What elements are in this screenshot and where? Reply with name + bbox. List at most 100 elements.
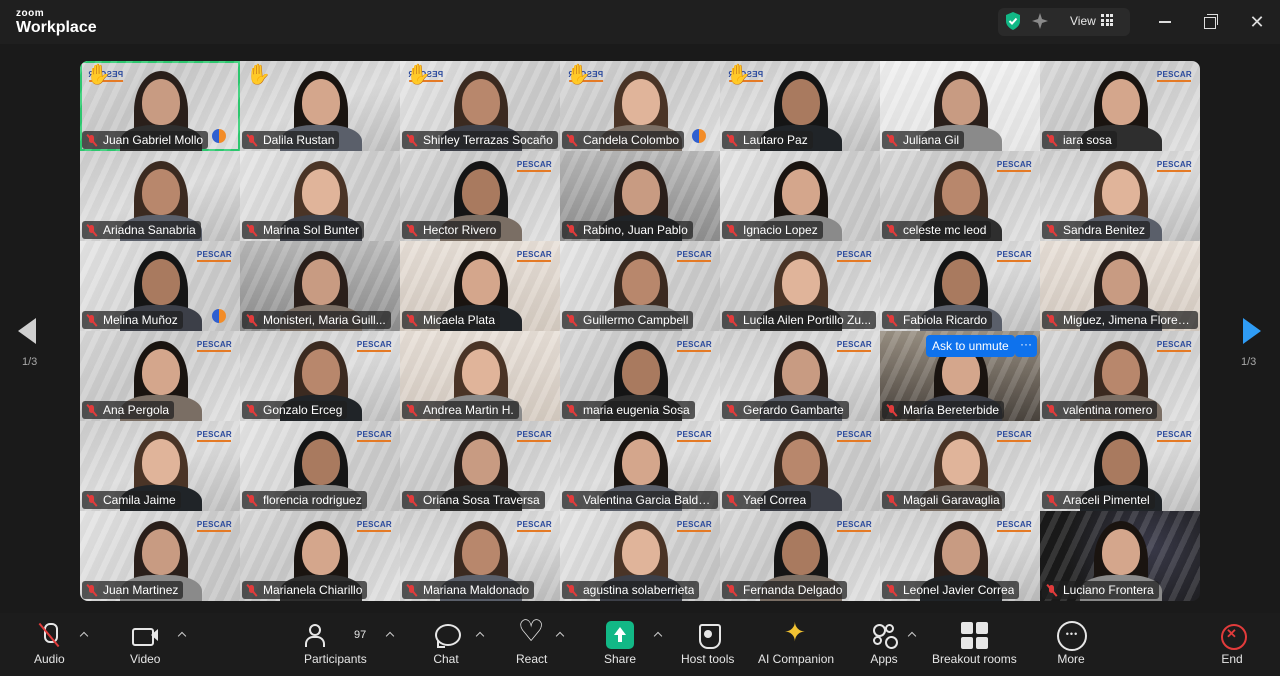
participant-video-face xyxy=(142,439,180,485)
participant-tile[interactable]: ✋ Dalila Rustan xyxy=(240,61,400,151)
muted-mic-icon xyxy=(85,404,98,417)
security-shield-icon[interactable] xyxy=(1004,11,1022,31)
host-tools-button[interactable]: Host tools xyxy=(681,621,734,671)
participant-nameplate: Ana Pergola xyxy=(82,401,175,419)
participant-tile[interactable]: Rabino, Juan Pablo xyxy=(560,151,720,241)
participant-tile[interactable]: PESCAR Camila Jaime xyxy=(80,421,240,511)
view-button[interactable]: View xyxy=(1070,14,1096,28)
tile-more-options-button[interactable]: ··· xyxy=(1015,335,1037,357)
participant-tile[interactable]: Monisteri, Maria Guill... xyxy=(240,241,400,331)
audio-button[interactable]: Audio xyxy=(34,621,65,671)
participant-tile[interactable]: Ignacio Lopez xyxy=(720,151,880,241)
pescar-background-logo: PESCAR xyxy=(1157,340,1192,352)
participant-tile[interactable]: PESCAR Guillermo Campbell xyxy=(560,241,720,331)
participant-tile[interactable]: PESCAR Fernanda Delgado xyxy=(720,511,880,601)
participants-options-caret-icon[interactable] xyxy=(386,631,394,639)
page-indicator-right: 1/3 xyxy=(1241,356,1257,368)
participant-tile[interactable]: PESCAR Magali Garavaglia xyxy=(880,421,1040,511)
participant-tile[interactable]: PESCAR Gonzalo Erceg xyxy=(240,331,400,421)
participant-video-face xyxy=(942,79,980,125)
video-options-caret-icon[interactable] xyxy=(178,631,186,639)
apps-button[interactable]: Apps xyxy=(870,621,898,671)
participant-tile[interactable]: PESCAR iara sosa xyxy=(1040,61,1200,151)
participant-tile[interactable]: Juliana Gil xyxy=(880,61,1040,151)
participant-tile[interactable]: PESCAR ✋ Shirley Terrazas Socaño xyxy=(400,61,560,151)
muted-mic-icon xyxy=(405,224,418,237)
participant-tile[interactable]: PESCAR Mariana Maldonado xyxy=(400,511,560,601)
participant-tile[interactable]: PESCAR Hector Rivero xyxy=(400,151,560,241)
participant-name: agustina solaberrieta xyxy=(583,583,695,597)
title-bar: zoom Workplace View ✕ xyxy=(0,0,1280,44)
participant-name: iara sosa xyxy=(1063,133,1112,147)
participant-tile[interactable]: PESCAR Leonel Javier Correa xyxy=(880,511,1040,601)
participant-tile[interactable]: PESCAR ✋ Candela Colombo xyxy=(560,61,720,151)
participant-nameplate: Marina Sol Bunter xyxy=(242,221,365,239)
muted-mic-icon xyxy=(725,314,738,327)
participant-tile[interactable]: PESCAR Gerardo Gambarte xyxy=(720,331,880,421)
participant-tile[interactable]: PESCAR Oriana Sosa Traversa xyxy=(400,421,560,511)
participant-tile[interactable]: PESCAR ✋ Lautaro Paz xyxy=(720,61,880,151)
share-button[interactable]: Share xyxy=(604,621,636,671)
muted-mic-icon xyxy=(245,134,258,147)
share-options-caret-icon[interactable] xyxy=(654,631,662,639)
ai-companion-button[interactable]: AI Companion xyxy=(758,619,834,671)
participant-nameplate: Juan Gabriel Mollo xyxy=(82,131,209,149)
participant-video-face xyxy=(622,529,660,575)
end-meeting-button[interactable]: End xyxy=(1218,621,1247,671)
next-page-arrow-icon[interactable] xyxy=(1243,318,1263,344)
participant-name: Leonel Javier Correa xyxy=(903,583,1015,597)
participant-name: Lautaro Paz xyxy=(743,133,808,147)
participant-tile[interactable]: PESCAR Araceli Pimentel xyxy=(1040,421,1200,511)
pescar-background-logo: PESCAR xyxy=(677,430,712,442)
meeting-toolbar: Audio Video Participants 97 Chat React S… xyxy=(0,613,1280,676)
participant-tile[interactable]: PESCAR agustina solaberrieta xyxy=(560,511,720,601)
previous-page-arrow-icon[interactable] xyxy=(18,318,38,344)
participant-tile[interactable]: Andrea Martin H. xyxy=(400,331,560,421)
participant-tile[interactable]: PESCAR florencia rodriguez xyxy=(240,421,400,511)
more-button[interactable]: More xyxy=(1057,621,1087,671)
minimize-button[interactable] xyxy=(1151,8,1179,36)
participant-tile[interactable]: PESCAR ✋ Juan Gabriel Mollo xyxy=(80,61,240,151)
apps-options-caret-icon[interactable] xyxy=(908,631,916,639)
participant-tile[interactable]: PESCAR Yael Correa xyxy=(720,421,880,511)
restore-button[interactable] xyxy=(1197,8,1225,36)
participant-tile[interactable]: PESCAR Fabiola Ricardo xyxy=(880,241,1040,331)
ask-to-unmute-button[interactable]: Ask to unmute xyxy=(926,335,1015,357)
participant-tile[interactable]: PESCAR valentina romero xyxy=(1040,331,1200,421)
participant-video-face xyxy=(782,79,820,125)
participant-tile[interactable]: PESCAR maria eugenia Sosa xyxy=(560,331,720,421)
participant-tile[interactable]: Ask to unmute ··· María Bereterbide xyxy=(880,331,1040,421)
chat-options-caret-icon[interactable] xyxy=(476,631,484,639)
react-button[interactable]: React xyxy=(516,617,547,671)
participant-tile[interactable]: PESCAR Lucila Ailen Portillo Zu... xyxy=(720,241,880,331)
participant-tile[interactable]: PESCAR Marianela Chiarillo xyxy=(240,511,400,601)
participant-tile[interactable]: PESCAR Melina Muñoz xyxy=(80,241,240,331)
participant-tile[interactable]: Luciano Frontera xyxy=(1040,511,1200,601)
participant-tile[interactable]: Miguez, Jimena Floren... xyxy=(1040,241,1200,331)
participant-tile[interactable]: Marina Sol Bunter xyxy=(240,151,400,241)
close-window-button[interactable]: ✕ xyxy=(1243,8,1271,36)
participant-name: florencia rodriguez xyxy=(263,493,362,507)
participant-nameplate: Leonel Javier Correa xyxy=(882,581,1020,599)
heart-icon xyxy=(518,617,546,649)
muted-mic-icon xyxy=(1045,584,1058,597)
participant-tile[interactable]: PESCAR celeste mc leod xyxy=(880,151,1040,241)
video-button[interactable]: Video xyxy=(130,621,160,671)
participant-tile[interactable]: PESCAR Valentina Garcia Baldo... xyxy=(560,421,720,511)
gallery-grid-icon[interactable] xyxy=(1101,14,1113,26)
breakout-rooms-button[interactable]: Breakout rooms xyxy=(932,621,1017,671)
chat-button[interactable]: Chat xyxy=(432,621,461,671)
audio-label: Audio xyxy=(34,652,65,666)
audio-options-caret-icon[interactable] xyxy=(80,631,88,639)
participant-tile[interactable]: PESCAR Micaela Plata xyxy=(400,241,560,331)
participant-tile[interactable]: PESCAR Juan Martinez xyxy=(80,511,240,601)
react-options-caret-icon[interactable] xyxy=(556,631,564,639)
participant-tile[interactable]: PESCAR Sandra Benitez xyxy=(1040,151,1200,241)
muted-mic-icon xyxy=(1045,314,1058,327)
speaking-indicator-icon xyxy=(212,309,226,323)
participant-tile[interactable]: Ariadna Sanabria xyxy=(80,151,240,241)
ai-sparkle-icon[interactable] xyxy=(1030,11,1050,31)
participant-tile[interactable]: PESCAR Ana Pergola xyxy=(80,331,240,421)
pescar-background-logo: PESCAR xyxy=(357,430,392,442)
raised-hand-icon: ✋ xyxy=(246,64,271,86)
